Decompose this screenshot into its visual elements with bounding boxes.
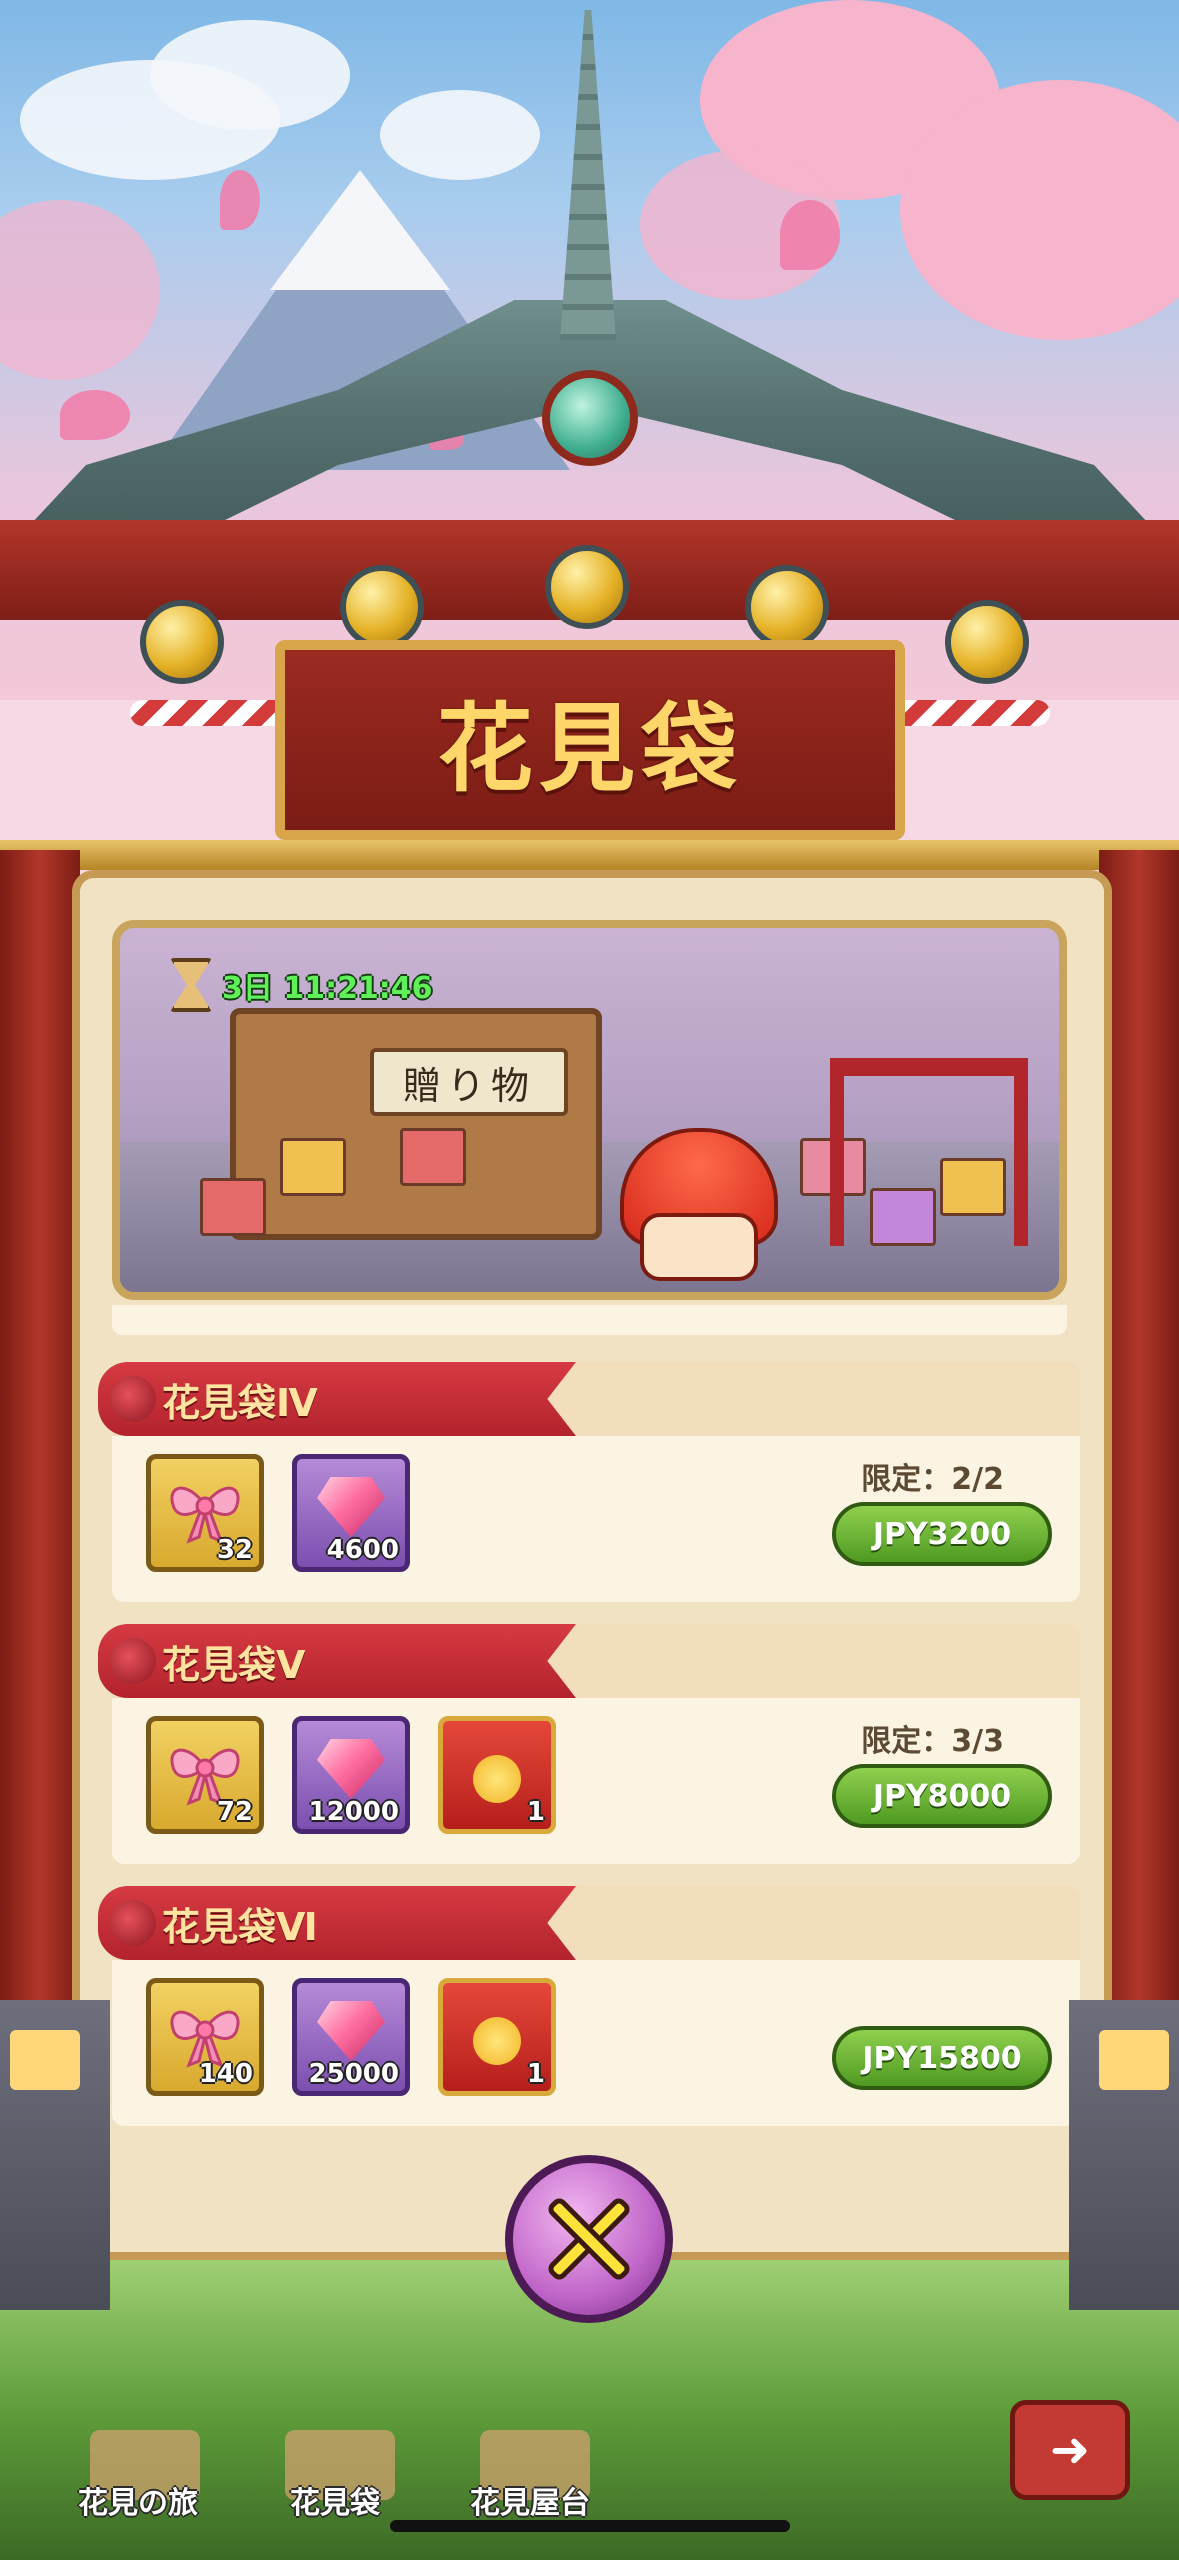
item-count: 1 [526, 1797, 545, 1827]
gold-ornament [945, 600, 1029, 684]
pack-title: 花見袋Ⅴ [162, 1643, 306, 1687]
exit-icon: ➜ [1049, 2422, 1091, 2478]
stall-sign: 贈り物 [370, 1048, 568, 1116]
reward-item[interactable]: 1 [438, 1978, 556, 2096]
item-count: 72 [216, 1797, 253, 1827]
mountain-snowcap [270, 170, 450, 290]
ribbon-knot [110, 1638, 156, 1684]
countdown-timer: 3日 11:21:46 [170, 958, 433, 1012]
buy-button[interactable]: JPY8000 [832, 1764, 1052, 1828]
gift-box [280, 1138, 346, 1196]
reward-item[interactable]: 1 [438, 1716, 556, 1834]
gold-ornament [745, 565, 829, 649]
gold-crossbar [0, 840, 1179, 870]
tab-hanami-bag[interactable]: 花見袋 [290, 2478, 380, 2522]
gold-ornament [545, 545, 629, 629]
reward-item[interactable]: 32 [146, 1454, 264, 1572]
lantern-light [10, 2030, 80, 2090]
reward-item[interactable]: 4600 [292, 1454, 410, 1572]
purchase-limit: 限定：2/2 [861, 1462, 1004, 1497]
tab-hanami-stall[interactable]: 花見屋台 [470, 2478, 590, 2522]
gold-ornament [340, 565, 424, 649]
reward-item[interactable]: 72 [146, 1716, 264, 1834]
cloud [380, 90, 540, 180]
page-title: 花見袋 [437, 691, 743, 805]
item-count: 32 [216, 1535, 253, 1565]
reward-item[interactable]: 140 [146, 1978, 264, 2096]
item-count: 4600 [326, 1535, 399, 1565]
mascot-face [640, 1213, 758, 1281]
close-icon [541, 2191, 637, 2287]
reward-item[interactable]: 12000 [292, 1716, 410, 1834]
cherry-blossom [0, 200, 160, 380]
falling-petal [220, 170, 260, 230]
title-sign: 花見袋 [275, 640, 905, 840]
roof-jewel [542, 370, 638, 466]
lantern-light [1099, 2030, 1169, 2090]
hourglass-icon [170, 958, 212, 1012]
home-indicator[interactable] [390, 2520, 790, 2532]
item-count: 12000 [308, 1797, 399, 1827]
pack-card: 花見袋Ⅵ 140 25000 1 JPY15800 [98, 1886, 1080, 2126]
falling-petal [60, 390, 130, 440]
gift-stall [230, 1008, 602, 1240]
red-envelope-icon [473, 2017, 521, 2065]
gift-box [200, 1178, 266, 1236]
gift-box [400, 1128, 466, 1186]
torii-gate [830, 1058, 1028, 1246]
buy-button[interactable]: JPY3200 [832, 1502, 1052, 1566]
falling-petal [780, 200, 840, 270]
purchase-limit: 限定：3/3 [861, 1724, 1004, 1759]
pink-gem-icon [317, 1739, 385, 1799]
reward-item[interactable]: 25000 [292, 1978, 410, 2096]
exit-button[interactable]: ➜ [1010, 2400, 1130, 2500]
pack-title: 花見袋Ⅳ [162, 1381, 318, 1425]
pink-gem-icon [317, 1477, 385, 1537]
pack-card: 花見袋Ⅴ 72 12000 1 限定：3/3 JPY8000 [98, 1624, 1080, 1864]
close-button[interactable] [505, 2155, 673, 2323]
item-count: 1 [526, 2059, 545, 2089]
buy-button[interactable]: JPY15800 [832, 2026, 1052, 2090]
gold-ornament [140, 600, 224, 684]
pink-gem-icon [317, 2001, 385, 2061]
cloud [150, 20, 350, 130]
pack-card: 花見袋Ⅳ 32 4600 限定：2/2 JPY3200 [98, 1362, 1080, 1602]
red-envelope-icon [473, 1755, 521, 1803]
timer-text: 3日 11:21:46 [222, 971, 433, 1006]
item-count: 25000 [308, 2059, 399, 2089]
tab-hanami-journey[interactable]: 花見の旅 [78, 2478, 198, 2522]
pack-title: 花見袋Ⅵ [162, 1905, 318, 1949]
ribbon-knot [110, 1376, 156, 1422]
item-count: 140 [198, 2059, 253, 2089]
ribbon-knot [110, 1900, 156, 1946]
scroll-edge [112, 1305, 1067, 1335]
